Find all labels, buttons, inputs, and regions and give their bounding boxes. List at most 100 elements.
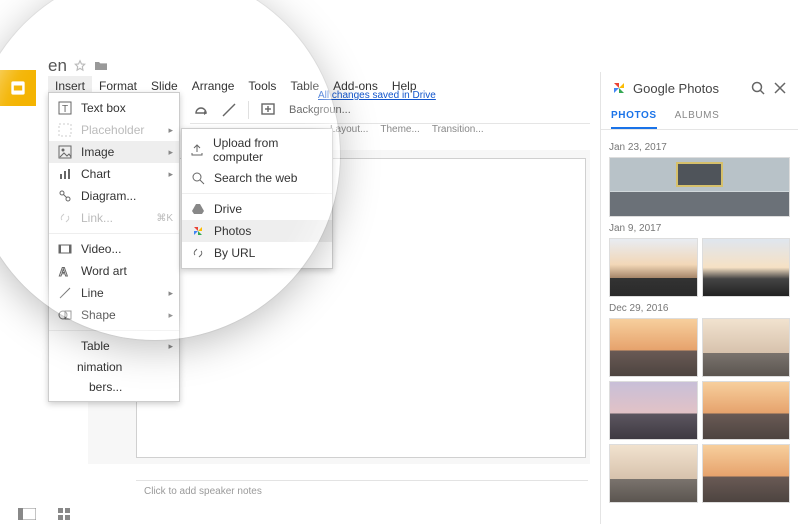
upload-icon: [190, 142, 205, 158]
insert-line-label: Line: [81, 286, 104, 300]
photo-thumbnail[interactable]: [609, 238, 698, 297]
insert-placeholder: Placeholder ▸: [49, 119, 179, 141]
insert-placeholder-label: Placeholder: [81, 123, 144, 137]
insert-video[interactable]: Video...: [49, 238, 179, 260]
chevron-right-icon: ▸: [168, 310, 173, 321]
tab-photos[interactable]: PHOTOS: [611, 104, 657, 129]
line-icon: [57, 285, 73, 301]
svg-text:A: A: [59, 265, 68, 278]
menu-tools[interactable]: Tools: [241, 76, 283, 96]
date-group-label: Dec 29, 2016: [609, 303, 790, 314]
toolbar-separator: [248, 101, 249, 119]
image-photos[interactable]: Photos: [182, 220, 332, 242]
transition-button[interactable]: Transition...: [432, 124, 484, 144]
diagram-icon: [57, 188, 73, 204]
insert-diagram[interactable]: Diagram...: [49, 185, 179, 207]
image-byurl[interactable]: By URL: [182, 242, 332, 264]
photo-thumbnail[interactable]: [609, 444, 698, 503]
insert-chart[interactable]: Chart ▸: [49, 163, 179, 185]
photo-thumbnail[interactable]: [609, 318, 698, 377]
add-comment-icon[interactable]: [257, 99, 279, 121]
placeholder-icon: [57, 122, 73, 138]
image-drive[interactable]: Drive: [182, 198, 332, 220]
photo-thumbnail[interactable]: [702, 318, 791, 377]
photo-thumbnail[interactable]: [609, 157, 790, 217]
insert-diagram-label: Diagram...: [81, 189, 136, 203]
image-byurl-label: By URL: [214, 246, 255, 260]
insert-shape[interactable]: Shape ▸: [49, 304, 179, 326]
photos-pinwheel-icon: [611, 80, 627, 96]
insert-table[interactable]: Table ▸: [49, 335, 179, 357]
menu-separator: [49, 330, 179, 331]
photo-thumbnail[interactable]: [609, 381, 698, 440]
panel-tabs: PHOTOS ALBUMS: [601, 104, 798, 130]
insert-numbers-truncated[interactable]: bers...: [49, 377, 179, 397]
shape-dropdown-icon[interactable]: [190, 99, 212, 121]
insert-table-label: Table: [81, 339, 110, 353]
textbox-icon: T: [57, 100, 73, 116]
chevron-right-icon: ▸: [168, 341, 173, 352]
insert-animation-truncated[interactable]: nimation: [49, 357, 179, 377]
date-group-label: Jan 9, 2017: [609, 223, 790, 234]
image-submenu: Upload from computer Search the web Driv…: [181, 128, 333, 269]
close-icon[interactable]: [772, 80, 788, 96]
speaker-notes[interactable]: Click to add speaker notes: [136, 480, 588, 502]
insert-wordart-label: Word art: [81, 264, 127, 278]
insert-shape-label: Shape: [81, 308, 116, 322]
tab-albums[interactable]: ALBUMS: [675, 104, 720, 129]
chevron-right-icon: ▸: [168, 288, 173, 299]
slides-icon: [8, 78, 28, 98]
chevron-right-icon: ▸: [168, 125, 173, 136]
image-drive-label: Drive: [214, 202, 242, 216]
star-icon[interactable]: [73, 59, 87, 73]
insert-line[interactable]: Line ▸: [49, 282, 179, 304]
menu-arrange[interactable]: Arrange: [185, 76, 242, 96]
secondary-toolbar: Layout... Theme... Transition...: [330, 124, 484, 144]
line-tool-icon[interactable]: [218, 99, 240, 121]
link-icon: [57, 210, 73, 226]
insert-chart-label: Chart: [81, 167, 110, 181]
insert-wordart[interactable]: A Word art: [49, 260, 179, 282]
doc-title-row: en: [48, 56, 109, 76]
layout-button[interactable]: Layout...: [330, 124, 368, 144]
photos-scroll[interactable]: Jan 23, 2017 Jan 9, 2017 Dec 29, 2016: [601, 130, 798, 524]
folder-icon[interactable]: [93, 59, 109, 73]
search-icon[interactable]: [750, 80, 766, 96]
image-photos-label: Photos: [214, 224, 251, 238]
image-search-label: Search the web: [214, 171, 297, 185]
insert-video-label: Video...: [81, 242, 121, 256]
wordart-icon: A: [57, 263, 73, 279]
photo-thumbnail[interactable]: [702, 444, 791, 503]
search-icon: [190, 170, 206, 186]
chart-icon: [57, 166, 73, 182]
menu-separator: [182, 193, 332, 194]
theme-button[interactable]: Theme...: [380, 124, 419, 144]
shape-icon: [57, 307, 73, 323]
photo-thumbnail[interactable]: [702, 381, 791, 440]
insert-image[interactable]: Image▸: [49, 141, 179, 163]
insert-numbers-label: bers...: [89, 380, 122, 394]
grid-view-icon[interactable]: [58, 508, 76, 520]
insert-textbox-label: Text box: [81, 101, 126, 115]
insert-animation-label: nimation: [77, 360, 122, 374]
panel-title: Google Photos: [633, 81, 744, 96]
video-icon: [57, 241, 73, 257]
filmstrip-view-icon[interactable]: [18, 508, 36, 520]
link-icon: [190, 245, 206, 261]
app-icon-slides: [0, 70, 36, 106]
date-group-label: Jan 23, 2017: [609, 142, 790, 153]
image-search-web[interactable]: Search the web: [182, 167, 332, 189]
photo-thumbnail[interactable]: [702, 238, 791, 297]
drive-icon: [190, 201, 206, 217]
insert-textbox[interactable]: T Text box: [49, 97, 179, 119]
insert-link: Link...⌘K: [49, 207, 179, 229]
background-button[interactable]: Backgroun...: [285, 102, 355, 118]
google-photos-panel: Google Photos PHOTOS ALBUMS Jan 23, 2017…: [600, 72, 798, 524]
link-shortcut: ⌘K: [156, 213, 173, 224]
blank-icon: [57, 338, 73, 354]
image-upload[interactable]: Upload from computer: [182, 133, 332, 167]
panel-header: Google Photos: [601, 72, 798, 104]
doc-title-fragment[interactable]: en: [48, 56, 67, 76]
image-icon: [57, 144, 73, 160]
chevron-right-icon: ▸: [168, 169, 173, 180]
